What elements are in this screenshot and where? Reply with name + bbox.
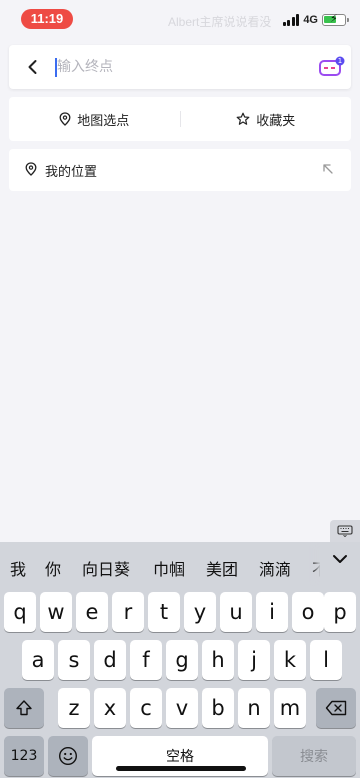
key-y[interactable]: y	[184, 592, 216, 632]
destination-input[interactable]	[49, 55, 299, 79]
action-bar: 地图选点 收藏夹	[9, 97, 351, 141]
emoji-icon	[58, 746, 78, 766]
key-u[interactable]: u	[220, 592, 252, 632]
my-location-row[interactable]: 我的位置	[9, 149, 351, 191]
watermark-text: Albert主席说说看没	[168, 15, 272, 29]
key-m[interactable]: m	[274, 688, 306, 728]
key-a[interactable]: a	[22, 640, 54, 680]
keyboard-icon	[337, 525, 353, 537]
favorites-button[interactable]: 收藏夹	[181, 97, 352, 141]
delete-key[interactable]	[316, 688, 356, 728]
candidate-word[interactable]: 滴滴	[259, 556, 291, 580]
voice-input-button[interactable]: 1	[319, 56, 345, 78]
arrow-up-left-icon[interactable]	[321, 162, 335, 176]
chevron-down-icon	[333, 555, 347, 563]
key-s[interactable]: s	[58, 640, 90, 680]
home-indicator[interactable]	[116, 766, 246, 771]
candidate-word[interactable]: 巾帼	[153, 556, 185, 580]
key-t[interactable]: t	[148, 592, 180, 632]
key-g[interactable]: g	[166, 640, 198, 680]
status-indicators: 4G ⚡	[282, 11, 349, 29]
backspace-icon	[325, 700, 347, 716]
notification-badge: 1	[337, 57, 343, 65]
key-l[interactable]: l	[310, 640, 342, 680]
candidate-word[interactable]: 你	[45, 556, 61, 580]
candidate-word[interactable]: 向日葵	[82, 556, 130, 580]
key-x[interactable]: x	[94, 688, 126, 728]
map-pick-button[interactable]: 地图选点	[9, 97, 180, 141]
signal-icon	[282, 14, 300, 26]
chevron-left-icon	[28, 60, 37, 74]
numbers-key[interactable]: 123	[4, 736, 44, 776]
keyboard: q w e r t y u i o p a s d f g h j k l z …	[0, 586, 360, 778]
key-w[interactable]: w	[40, 592, 72, 632]
key-i[interactable]: i	[256, 592, 288, 632]
key-f[interactable]: f	[130, 640, 162, 680]
search-bar: 1	[9, 45, 351, 89]
key-q[interactable]: q	[4, 592, 36, 632]
key-h[interactable]: h	[202, 640, 234, 680]
emoji-key[interactable]	[48, 736, 88, 776]
shift-icon	[16, 700, 32, 716]
key-p[interactable]: p	[324, 592, 356, 632]
candidate-bar: 我 你 向日葵 巾帼 美团 滴滴 不	[0, 542, 360, 586]
my-location-label: 我的位置	[45, 165, 98, 180]
map-pick-label: 地图选点	[77, 113, 130, 129]
key-j[interactable]: j	[238, 640, 270, 680]
status-bar: 11:19 Albert主席说说看没 4G ⚡	[0, 0, 360, 38]
status-time: 11:19	[21, 9, 73, 29]
key-e[interactable]: e	[76, 592, 108, 632]
key-r[interactable]: r	[112, 592, 144, 632]
key-n[interactable]: n	[238, 688, 270, 728]
candidate-word[interactable]: 我	[10, 556, 26, 580]
candidate-word[interactable]: 美团	[206, 556, 238, 580]
back-button[interactable]	[23, 57, 43, 77]
keyboard-hide-button[interactable]	[330, 520, 360, 542]
key-v[interactable]: v	[166, 688, 198, 728]
location-pin-icon	[25, 162, 37, 176]
key-d[interactable]: d	[94, 640, 126, 680]
star-icon	[236, 112, 250, 125]
key-k[interactable]: k	[274, 640, 306, 680]
key-o[interactable]: o	[292, 592, 324, 632]
key-b[interactable]: b	[202, 688, 234, 728]
location-pin-icon	[59, 112, 71, 126]
favorites-label: 收藏夹	[256, 113, 296, 129]
shift-key[interactable]	[4, 688, 44, 728]
expand-candidates-button[interactable]	[320, 542, 360, 586]
network-type: 4G	[303, 14, 318, 26]
key-z[interactable]: z	[58, 688, 90, 728]
search-key[interactable]: 搜索	[272, 736, 356, 776]
key-c[interactable]: c	[130, 688, 162, 728]
battery-icon: ⚡	[322, 12, 349, 26]
